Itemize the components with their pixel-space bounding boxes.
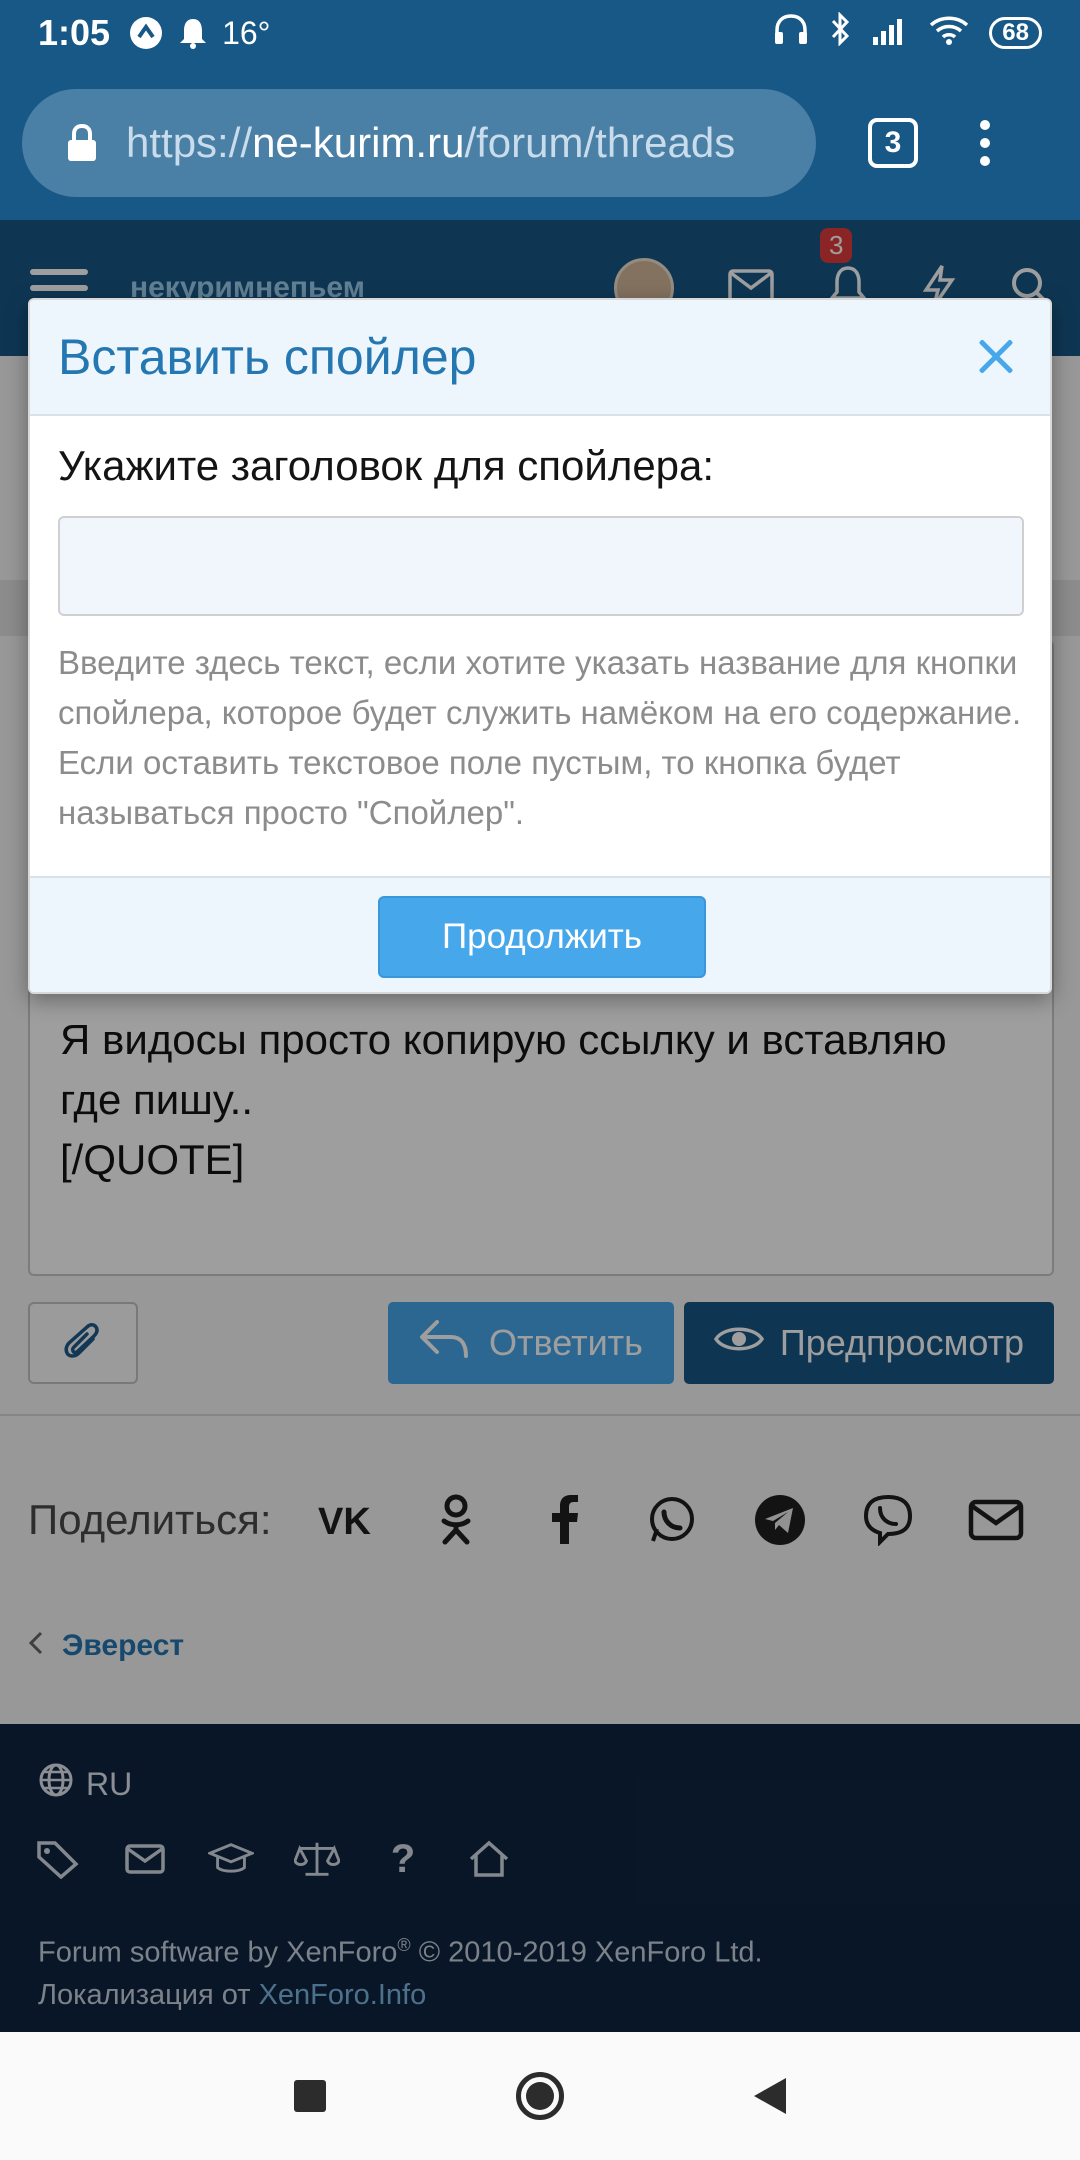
close-icon[interactable] (970, 331, 1022, 383)
insert-spoiler-dialog: Вставить спойлер Укажите заголовок для с… (28, 298, 1052, 994)
url-prefix: https:// (126, 119, 253, 166)
url-bar[interactable]: https://ne-kurim.ru/forum/threads (22, 89, 816, 197)
spoiler-hint-text: Введите здесь текст, если хотите указать… (58, 644, 1022, 831)
tab-switcher-button[interactable]: 3 (868, 118, 918, 168)
bluetooth-icon (829, 10, 851, 55)
status-bar: 1:05 16° 68 (0, 0, 1080, 66)
signal-icon (871, 12, 909, 54)
dialog-footer: Продолжить (30, 876, 1050, 992)
battery-indicator: 68 (989, 17, 1042, 49)
browser-toolbar: https://ne-kurim.ru/forum/threads 3 (0, 66, 1080, 220)
status-time: 1:05 (38, 12, 111, 53)
continue-button[interactable]: Продолжить (378, 896, 706, 978)
url-path: /forum/threads (464, 119, 736, 166)
url-text: https://ne-kurim.ru/forum/threads (126, 119, 735, 167)
status-temperature: 16° (222, 14, 271, 51)
bell-status-icon (178, 17, 208, 49)
status-right: 68 (773, 10, 1042, 55)
headphones-icon (773, 12, 809, 55)
home-button[interactable] (516, 2072, 564, 2120)
app-notification-icon (128, 15, 164, 51)
lock-icon (62, 123, 102, 163)
back-button[interactable] (754, 2078, 786, 2114)
dialog-header: Вставить спойлер (30, 300, 1050, 416)
spoiler-title-input[interactable] (58, 516, 1024, 616)
dialog-title: Вставить спойлер (58, 329, 477, 385)
url-domain: ne-kurim.ru (252, 119, 465, 166)
spoiler-title-label: Укажите заголовок для спойлера: (58, 442, 715, 489)
system-navigation-bar (0, 2032, 1080, 2160)
dialog-body: Укажите заголовок для спойлера: Введите … (30, 416, 1050, 876)
wifi-icon (929, 12, 969, 54)
recents-button[interactable] (294, 2080, 326, 2112)
browser-menu-button[interactable] (980, 120, 990, 166)
